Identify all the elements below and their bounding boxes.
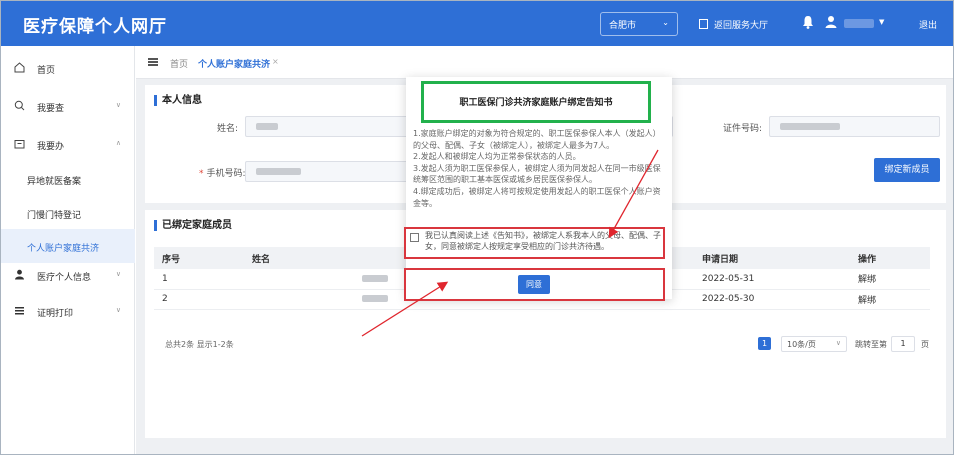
sidebar-item-label: 首页 <box>37 66 56 76</box>
consent-text[interactable]: 我已认真阅读上述《告知书》，被绑定人系我本人的父母、配偶、子女，同意被绑定人按规… <box>425 230 661 252</box>
sidebar-item-label: 门慢门特登记 <box>27 211 82 221</box>
required-mark: * <box>199 169 204 179</box>
column-header: 操作 <box>850 247 930 269</box>
unbind-link[interactable]: 解绑 <box>850 269 930 290</box>
notice-text: 1.家庭账户绑定的对象为符合规定的、职工医保参保人本人（发起人）的父母、配偶、子… <box>413 128 665 209</box>
cell-index: 2 <box>154 289 244 310</box>
modal-title: 职工医保门诊共济家庭账户绑定告知书 <box>459 98 613 108</box>
name-field <box>245 116 415 137</box>
sidebar-item-home[interactable]: 首页 <box>1 50 135 88</box>
exit-icon <box>699 19 708 29</box>
page-size-value: 10条/页 <box>787 340 816 349</box>
id-field <box>769 116 940 137</box>
sidebar-item-handle[interactable]: 我要办 ∧ <box>1 126 135 164</box>
search-icon <box>14 100 25 111</box>
consent-checkbox[interactable] <box>410 233 419 242</box>
section-title-members: 已绑定家庭成员 <box>154 220 232 231</box>
jump-label: 跳转至第 <box>855 340 887 349</box>
jump-suffix: 页 <box>921 340 929 349</box>
sidebar-item-label: 个人账户家庭共济 <box>27 244 100 254</box>
jump-page-input[interactable]: 1 <box>891 336 915 352</box>
top-header: 医疗保障个人网厅 合肥市 ⌄ 返回服务大厅 ▼ 退出 <box>1 1 953 46</box>
list-icon <box>15 307 24 315</box>
sidebar-item-label: 医疗个人信息 <box>37 273 92 283</box>
bell-icon[interactable] <box>802 15 814 29</box>
logout-button[interactable]: 退出 <box>919 18 937 31</box>
sidebar-item-label: 我要办 <box>37 142 65 152</box>
notice-line: 4.绑定成功后，被绑定人将可按规定使用发起人的职工医保个人账户资金等。 <box>413 186 661 208</box>
service-hall-link[interactable]: 返回服务大厅 <box>699 18 768 31</box>
notice-line: 3.发起人须为职工医保参保人，被绑定人须为同发起人在同一市级医保统筹区范围的职工… <box>413 163 661 185</box>
unbind-link[interactable]: 解绑 <box>850 289 930 310</box>
cell-index: 1 <box>154 269 244 290</box>
service-hall-label: 返回服务大厅 <box>714 21 769 31</box>
column-header: 申请日期 <box>694 247 850 269</box>
close-icon[interactable]: × <box>272 57 279 66</box>
tab-family-account[interactable]: 个人账户家庭共济 <box>198 57 270 70</box>
app-title: 医疗保障个人网厅 <box>23 17 167 37</box>
cell-apply-date: 2022-05-31 <box>694 269 850 290</box>
briefcase-icon <box>14 140 25 149</box>
tab-bar: 首页 个人账户家庭共济 × <box>136 46 953 79</box>
phone-label: * 手机号码: <box>199 166 246 179</box>
cell-apply-date: 2022-05-30 <box>694 289 850 310</box>
city-value: 合肥市 <box>609 21 637 31</box>
sidebar-item-label: 我要查 <box>37 104 65 114</box>
agree-button[interactable]: 同意 <box>518 275 550 294</box>
chevron-down-icon: ∨ <box>115 101 121 109</box>
sidebar-item-outpatient-register[interactable]: 门慢门特登记 <box>1 196 135 230</box>
menu-toggle-icon[interactable] <box>148 58 158 66</box>
page-number-button[interactable]: 1 <box>758 337 771 350</box>
chevron-down-icon: ∨ <box>115 306 121 314</box>
sidebar-item-personal-info[interactable]: 医疗个人信息 ∨ <box>1 257 135 295</box>
chevron-down-icon: ∨ <box>835 339 841 347</box>
person-icon <box>15 269 24 280</box>
sidebar-item-label: 证明打印 <box>37 309 74 319</box>
phone-label-text: 手机号码: <box>206 169 246 179</box>
chevron-down-icon: ⌄ <box>662 18 669 27</box>
sidebar-item-query[interactable]: 我要查 ∨ <box>1 88 135 126</box>
column-header: 序号 <box>154 247 244 269</box>
sidebar-item-remote-medical[interactable]: 异地就医备案 <box>1 162 135 196</box>
page-size-select[interactable]: 10条/页 ∨ <box>781 336 847 352</box>
home-icon <box>14 62 25 73</box>
city-select[interactable]: 合肥市 ⌄ <box>600 12 678 36</box>
user-name-masked[interactable] <box>844 19 874 28</box>
name-label: 姓名: <box>217 124 239 134</box>
chevron-up-icon: ∧ <box>115 139 121 147</box>
chevron-down-icon: ∨ <box>115 270 121 278</box>
phone-field[interactable] <box>245 161 415 182</box>
pagination-summary: 总共2条 显示1-2条 <box>165 340 234 349</box>
tab-home[interactable]: 首页 <box>170 57 188 70</box>
sidebar: 首页 我要查 ∨ 我要办 ∧ 异地就医备案 门慢门特登记 个人账户家庭共济 医疗… <box>1 46 135 454</box>
caret-down-icon[interactable]: ▼ <box>879 18 884 26</box>
bind-new-member-button[interactable]: 绑定新成员 <box>874 158 940 182</box>
notice-line: 2.发起人和被绑定人均为正常参保状态的人员。 <box>413 152 581 162</box>
user-icon[interactable] <box>825 15 837 29</box>
id-label: 证件号码: <box>723 124 763 134</box>
sidebar-item-print[interactable]: 证明打印 ∨ <box>1 293 135 331</box>
notice-line: 1.家庭账户绑定的对象为符合规定的、职工医保参保人本人（发起人）的父母、配偶、子… <box>413 129 661 150</box>
sidebar-item-label: 异地就医备案 <box>27 177 82 187</box>
section-title-personal: 本人信息 <box>154 95 202 106</box>
